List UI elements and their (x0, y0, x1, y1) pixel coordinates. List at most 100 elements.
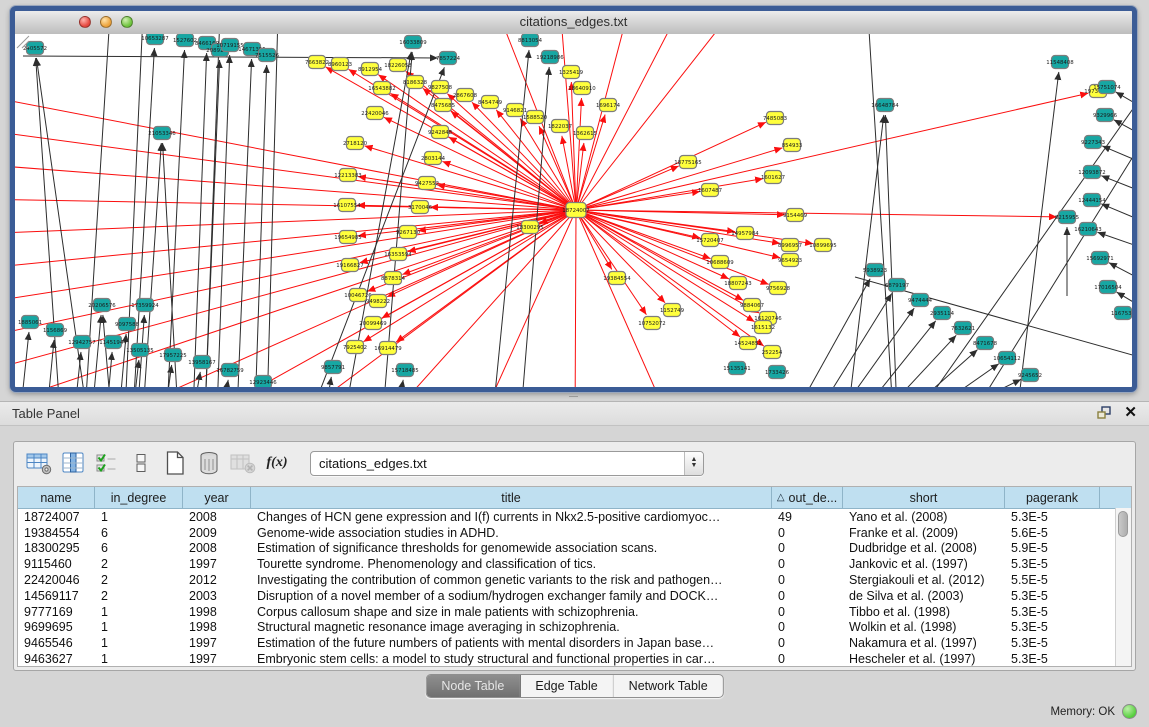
table-row[interactable]: 1938455462009Genome-wide association stu… (18, 525, 1131, 541)
table-cell[interactable]: 0 (772, 652, 843, 666)
table-cell[interactable]: 2008 (183, 510, 251, 524)
table-cell[interactable]: 19384554 (18, 526, 95, 540)
panel-splitter[interactable] (0, 394, 1149, 401)
table-cell[interactable]: 5.3E-5 (1005, 636, 1100, 650)
table-cell[interactable]: 5.5E-5 (1005, 573, 1100, 587)
table-cell[interactable]: 2 (95, 557, 183, 571)
table-cell[interactable]: 18300295 (18, 541, 95, 555)
column-header-pagerank[interactable]: pagerank (1005, 487, 1100, 508)
window-titlebar[interactable]: citations_edges.txt (15, 11, 1132, 35)
table-cell[interactable]: 0 (772, 573, 843, 587)
table-cell[interactable]: Estimation of the future numbers of pati… (251, 636, 772, 650)
table-cell[interactable]: 1 (95, 636, 183, 650)
table-cell[interactable]: 0 (772, 636, 843, 650)
table-cell[interactable]: Yano et al. (2008) (843, 510, 1005, 524)
column-header-out_de[interactable]: △out_de... (772, 487, 843, 508)
network-canvas[interactable]: 1872400789601238912954182260589827508165… (15, 34, 1132, 387)
table-cell[interactable]: Structural magnetic resonance image aver… (251, 620, 772, 634)
column-header-short[interactable]: short (843, 487, 1005, 508)
tab-network-table[interactable]: Network Table (614, 675, 723, 697)
table-row[interactable]: 969969511998Structural magnetic resonanc… (18, 620, 1131, 636)
close-panel-icon[interactable]: ✕ (1124, 405, 1137, 421)
table-cell[interactable]: 9777169 (18, 605, 95, 619)
table-cell[interactable]: 0 (772, 589, 843, 603)
table-cell[interactable]: 49 (772, 510, 843, 524)
table-cell[interactable]: 2012 (183, 573, 251, 587)
tab-node-table[interactable]: Node Table (426, 675, 520, 697)
table-cell[interactable]: Changes of HCN gene expression and I(f) … (251, 510, 772, 524)
table-cell[interactable]: 14569117 (18, 589, 95, 603)
delete-column-icon[interactable] (194, 450, 224, 476)
table-row[interactable]: 1872400712008Changes of HCN gene express… (18, 509, 1131, 525)
memory-status-icon[interactable] (1122, 704, 1137, 719)
table-cell[interactable]: Tibbo et al. (1998) (843, 605, 1005, 619)
table-cell[interactable]: 1997 (183, 636, 251, 650)
table-row[interactable]: 946362711997Embryonic stem cells: a mode… (18, 651, 1131, 666)
table-cell[interactable]: 1 (95, 620, 183, 634)
new-column-icon[interactable] (160, 450, 190, 476)
resize-grip-icon[interactable] (15, 34, 1132, 387)
table-cell[interactable]: 2 (95, 589, 183, 603)
table-cell[interactable]: Corpus callosum shape and size in male p… (251, 605, 772, 619)
table-cell[interactable]: 9115460 (18, 557, 95, 571)
table-row[interactable]: 946554611997Estimation of the future num… (18, 635, 1131, 651)
table-cell[interactable]: 1997 (183, 557, 251, 571)
table-cell[interactable]: de Silva et al. (2003) (843, 589, 1005, 603)
table-cell[interactable]: 9699695 (18, 620, 95, 634)
table-cell[interactable]: 18724007 (18, 510, 95, 524)
paired-rows-icon[interactable] (126, 450, 156, 476)
table-cell[interactable]: 5.3E-5 (1005, 652, 1100, 666)
table-cell[interactable]: 5.3E-5 (1005, 510, 1100, 524)
table-cell[interactable]: Disruption of a novel member of a sodium… (251, 589, 772, 603)
table-cell[interactable]: 9463627 (18, 652, 95, 666)
table-cell[interactable]: 1998 (183, 620, 251, 634)
table-cell[interactable]: Embryonic stem cells: a model to study s… (251, 652, 772, 666)
table-cell[interactable]: 6 (95, 541, 183, 555)
table-cell[interactable]: 1 (95, 605, 183, 619)
table-cell[interactable]: 1998 (183, 605, 251, 619)
table-cell[interactable]: Stergiakouli et al. (2012) (843, 573, 1005, 587)
table-cell[interactable]: Franke et al. (2009) (843, 526, 1005, 540)
tab-edge-table[interactable]: Edge Table (520, 675, 613, 697)
table-cell[interactable]: 5.9E-5 (1005, 541, 1100, 555)
table-cell[interactable]: 1997 (183, 652, 251, 666)
combo-stepper-icon[interactable]: ▲▼ (684, 452, 703, 475)
float-panel-icon[interactable] (1097, 406, 1112, 420)
table-cell[interactable]: 2 (95, 573, 183, 587)
table-cell[interactable]: 1 (95, 510, 183, 524)
table-row[interactable]: 977716911998Corpus callosum shape and si… (18, 604, 1131, 620)
row-select-icon[interactable] (92, 450, 122, 476)
table-cell[interactable]: Hescheler et al. (1997) (843, 652, 1005, 666)
table-cell[interactable]: Investigating the contribution of common… (251, 573, 772, 587)
table-cell[interactable]: Genome-wide association studies in ADHD. (251, 526, 772, 540)
table-cell[interactable]: 2008 (183, 541, 251, 555)
table-row[interactable]: 2242004622012Investigating the contribut… (18, 572, 1131, 588)
column-header-in_degree[interactable]: in_degree (95, 487, 183, 508)
table-cell[interactable]: 0 (772, 557, 843, 571)
table-cell[interactable]: 2003 (183, 589, 251, 603)
table-cell[interactable]: 22420046 (18, 573, 95, 587)
column-visibility-icon[interactable] (58, 450, 88, 476)
table-row[interactable]: 1830029562008Estimation of significance … (18, 541, 1131, 557)
table-cell[interactable]: 5.6E-5 (1005, 526, 1100, 540)
table-cell[interactable]: 5.3E-5 (1005, 620, 1100, 634)
table-cell[interactable]: 0 (772, 526, 843, 540)
table-cell[interactable]: 5.3E-5 (1005, 589, 1100, 603)
table-cell[interactable]: Wolkin et al. (1998) (843, 620, 1005, 634)
table-cell[interactable]: 1 (95, 652, 183, 666)
table-row[interactable]: 1456911722003Disruption of a novel membe… (18, 588, 1131, 604)
table-source-select[interactable]: citations_edges.txt ▲▼ (310, 451, 704, 476)
vertical-scrollbar[interactable] (1115, 508, 1131, 666)
scrollbar-thumb[interactable] (1118, 511, 1128, 537)
table-cell[interactable]: 6 (95, 526, 183, 540)
table-options-icon[interactable] (24, 450, 54, 476)
table-cell[interactable]: 5.3E-5 (1005, 605, 1100, 619)
table-cell[interactable]: 0 (772, 541, 843, 555)
column-header-title[interactable]: title (251, 487, 772, 508)
function-builder-icon[interactable]: f(x) (262, 450, 292, 476)
table-cell[interactable]: 0 (772, 605, 843, 619)
table-cell[interactable]: 5.3E-5 (1005, 557, 1100, 571)
table-row[interactable]: 911546021997Tourette syndrome. Phenomeno… (18, 556, 1131, 572)
table-cell[interactable]: 9465546 (18, 636, 95, 650)
column-header-name[interactable]: name (18, 487, 95, 508)
